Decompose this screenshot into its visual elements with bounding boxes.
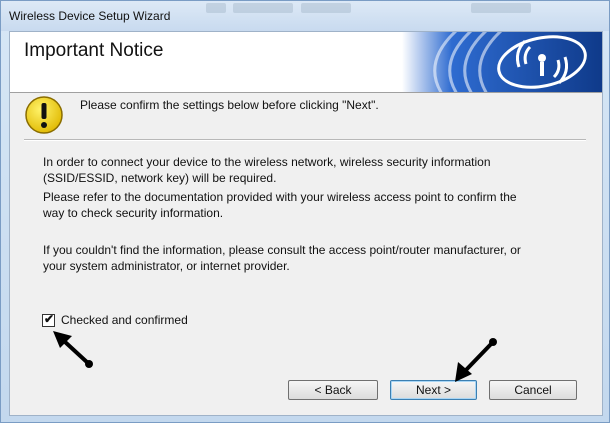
info-line: your system administrator, or internet p… — [43, 259, 290, 273]
info-line: In order to connect your device to the w… — [43, 155, 491, 169]
banner-divider — [10, 92, 602, 93]
page-title: Important Notice — [24, 40, 164, 61]
info-line: Please refer to the documentation provid… — [43, 190, 517, 204]
warning-icon — [25, 96, 63, 134]
wizard-window: Wireless Device Setup Wizard Important N… — [0, 0, 610, 423]
wifi-logo-icon — [402, 32, 602, 92]
info-line: way to check security information. — [43, 206, 224, 220]
background-blur — [233, 3, 293, 13]
notice-text: Please confirm the settings below before… — [80, 98, 379, 112]
title-bar[interactable]: Wireless Device Setup Wizard — [1, 1, 609, 31]
window-title: Wireless Device Setup Wizard — [9, 9, 171, 23]
background-blur — [206, 3, 226, 13]
info-paragraph-2: Please refer to the documentation provid… — [43, 189, 588, 221]
info-line: (SSID/ESSID, network key) will be requir… — [43, 171, 277, 185]
confirm-checkbox-label[interactable]: Checked and confirmed — [61, 313, 188, 327]
header-banner: Important Notice — [10, 32, 602, 92]
info-line: If you couldn't find the information, pl… — [43, 243, 521, 257]
check-mark-icon: ✔ — [44, 312, 55, 326]
background-blur — [471, 3, 531, 13]
section-divider — [24, 139, 586, 141]
cancel-button[interactable]: Cancel — [489, 380, 577, 400]
wizard-client-area: Important Notice Please confirm the sett… — [9, 31, 603, 416]
info-paragraph-3: If you couldn't find the information, pl… — [43, 242, 588, 274]
back-button[interactable]: < Back — [288, 380, 378, 400]
info-paragraph-1: In order to connect your device to the w… — [43, 154, 588, 186]
background-blur — [301, 3, 351, 13]
confirm-checkbox[interactable]: ✔ — [42, 312, 55, 327]
next-button[interactable]: Next > — [390, 380, 477, 400]
